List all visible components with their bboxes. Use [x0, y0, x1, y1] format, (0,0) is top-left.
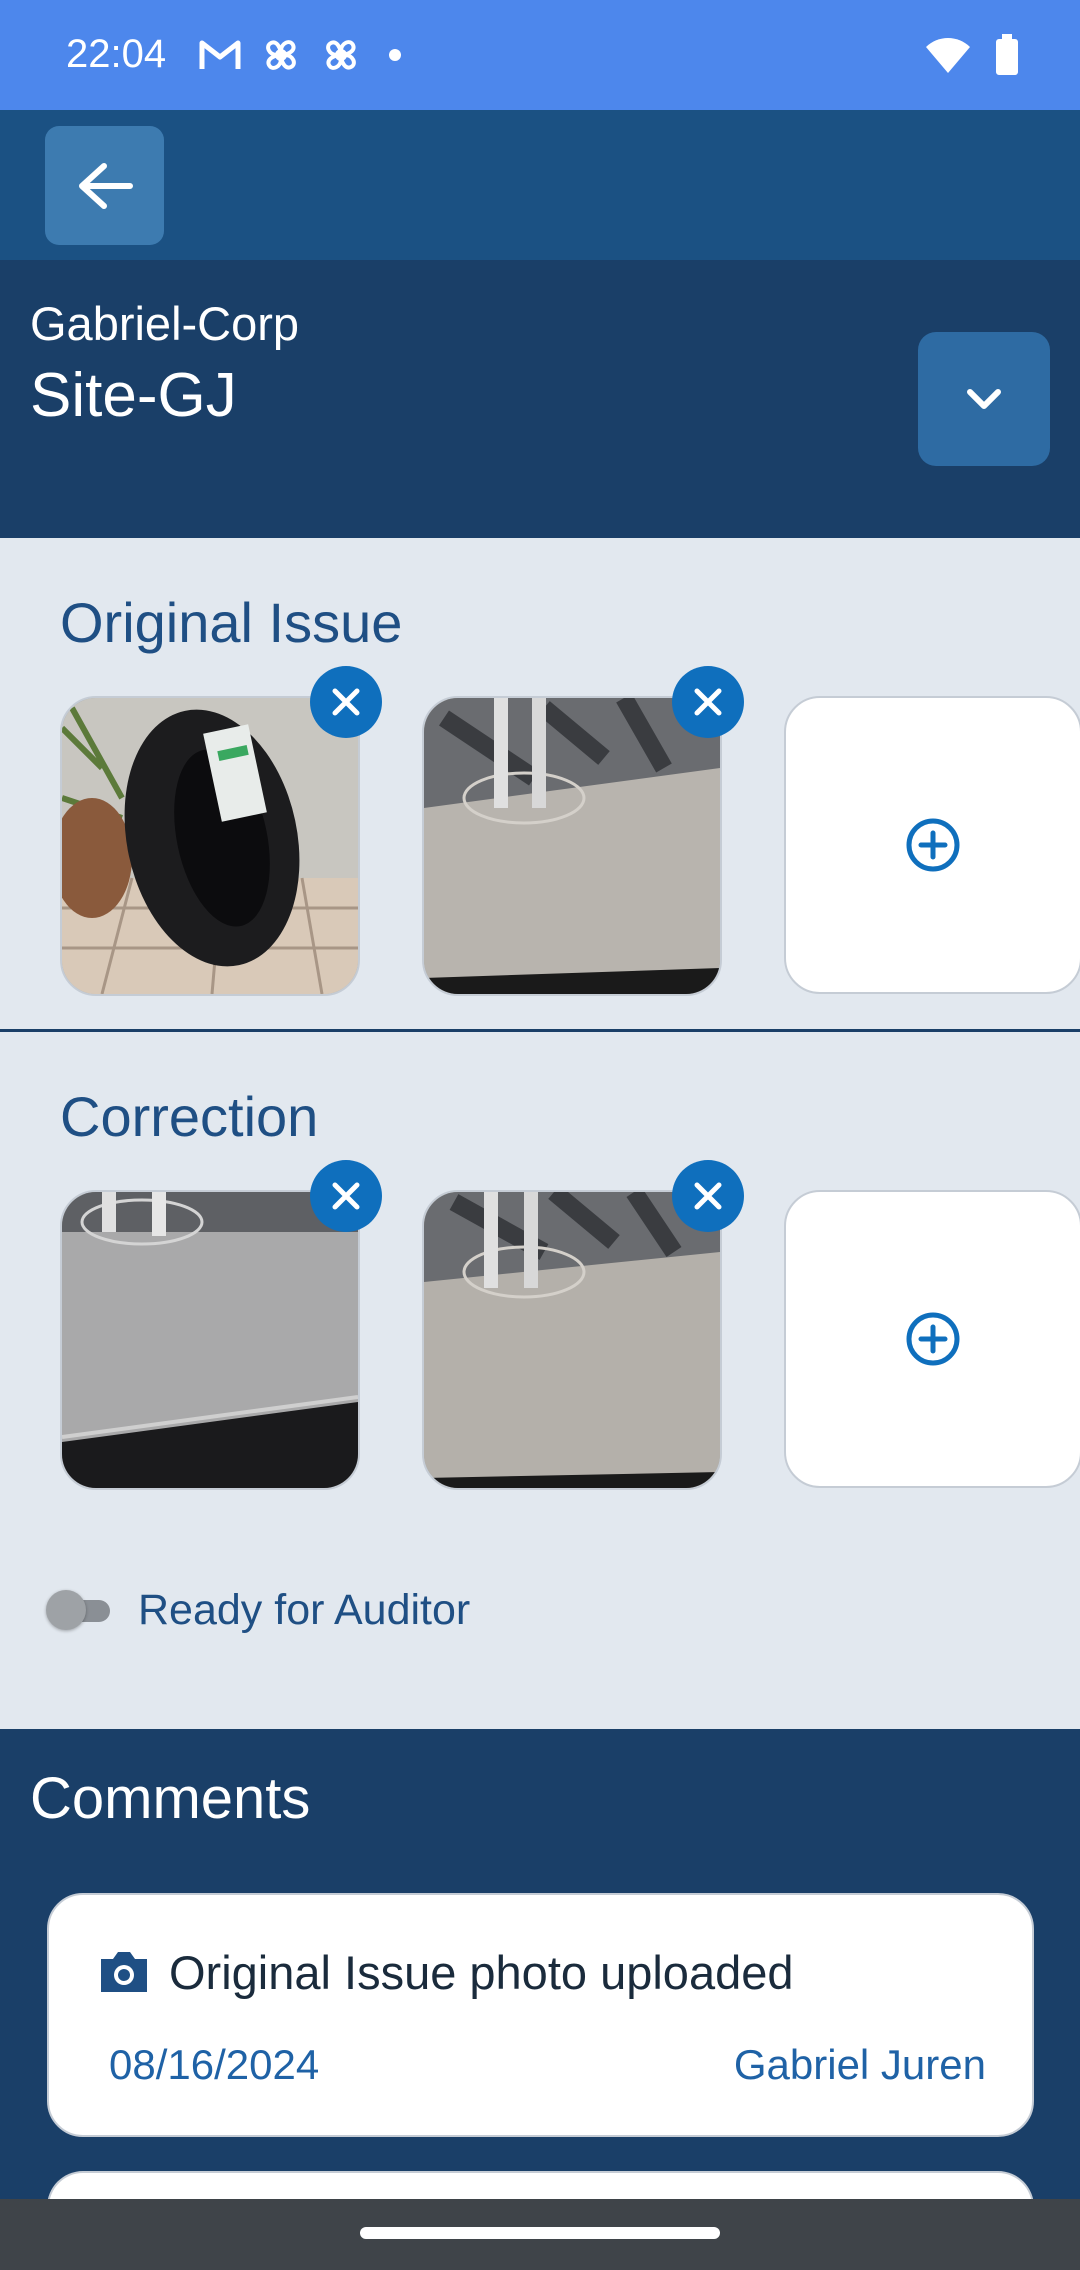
- battery-icon: [996, 34, 1018, 75]
- close-icon: [332, 1182, 360, 1210]
- site-dropdown-button[interactable]: [918, 332, 1050, 466]
- comment-author: Gabriel Juren: [733, 2041, 986, 2088]
- dot-icon: [389, 49, 401, 61]
- comment-date: 08/16/2024: [109, 2041, 320, 2088]
- fan-icon: [266, 40, 296, 70]
- comment-card[interactable]: Original Issue photo uploaded 08/16/2024…: [47, 1893, 1034, 2137]
- correction-title: Correction: [60, 1085, 319, 1148]
- original-issue-section: Original Issue: [0, 538, 1080, 1029]
- close-icon: [694, 1182, 722, 1210]
- photo-thumbnail[interactable]: [422, 1160, 744, 1490]
- tire-photo: [62, 698, 358, 994]
- remove-photo-button[interactable]: [672, 666, 744, 738]
- notification-icons: [198, 34, 410, 76]
- status-time: 22:04: [66, 32, 167, 76]
- site-header: Gabriel-Corp Site-GJ: [0, 260, 1080, 538]
- close-icon: [694, 688, 722, 716]
- add-photo-button[interactable]: [784, 1190, 1080, 1488]
- ready-for-auditor-label: Ready for Auditor: [138, 1586, 471, 1634]
- correction-photos: [60, 1160, 1080, 1490]
- gmail-icon: [199, 40, 241, 69]
- comment-text: Original Issue photo uploaded: [169, 1946, 794, 1999]
- remove-photo-button[interactable]: [310, 666, 382, 738]
- status-bar: 22:04: [0, 0, 1080, 110]
- camera-icon: [101, 1952, 147, 1992]
- system-nav-bar: [0, 2199, 1080, 2270]
- chevron-down-icon: [967, 389, 1001, 409]
- home-gesture-handle[interactable]: [360, 2227, 720, 2239]
- original-issue-title: Original Issue: [60, 591, 403, 654]
- photo-thumbnail[interactable]: [60, 666, 382, 996]
- site-name: Site-GJ: [30, 361, 237, 430]
- photo-thumbnail[interactable]: [60, 1160, 382, 1490]
- comments-title: Comments: [30, 1766, 311, 1831]
- original-issue-photos: [60, 666, 1080, 996]
- fan-icon: [326, 40, 356, 70]
- photo-thumbnail[interactable]: [422, 666, 744, 996]
- wifi-icon: [926, 38, 970, 73]
- ready-for-auditor-toggle[interactable]: [46, 1588, 116, 1634]
- add-circle-icon: [906, 1312, 960, 1366]
- add-photo-button[interactable]: [784, 696, 1080, 994]
- remove-photo-button[interactable]: [310, 1160, 382, 1232]
- company-name: Gabriel-Corp: [30, 297, 300, 350]
- floor-photo: [62, 1192, 358, 1488]
- floor-photo: [424, 698, 720, 994]
- arrow-left-icon: [78, 162, 133, 209]
- app-bar: [0, 110, 1080, 260]
- add-circle-icon: [906, 818, 960, 872]
- close-icon: [332, 688, 360, 716]
- system-icons: [924, 34, 1020, 76]
- back-button[interactable]: [45, 126, 164, 245]
- ready-for-auditor-row: Ready for Auditor: [46, 1586, 470, 1635]
- toggle-knob: [46, 1589, 86, 1630]
- remove-photo-button[interactable]: [672, 1160, 744, 1232]
- floor-photo: [424, 1192, 720, 1488]
- comments-section: Comments Original Issue photo uploaded 0…: [0, 1729, 1080, 2233]
